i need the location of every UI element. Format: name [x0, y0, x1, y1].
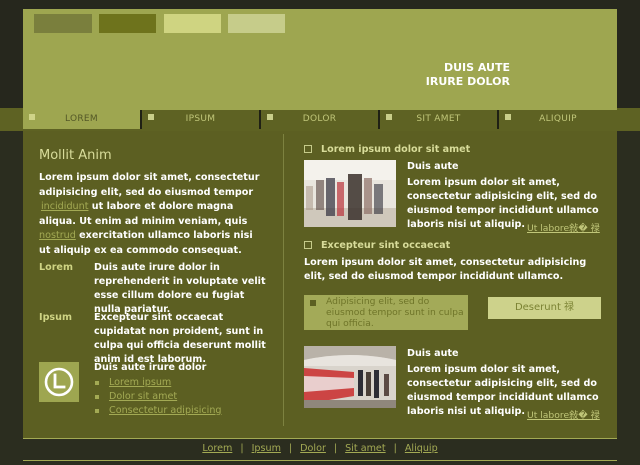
- color-swatch-4: [228, 14, 285, 33]
- section-heading-text: Excepteur sint occaecat: [321, 240, 451, 251]
- bullet-icon: [95, 381, 99, 385]
- footer-link-ipsum[interactable]: Ipsum: [252, 443, 281, 454]
- footer-nav: Lorem | Ipsum | Dolor | Sit amet | Aliquip: [0, 443, 640, 454]
- nav-bullet-icon: [29, 114, 35, 120]
- nav-bullet-icon: [267, 114, 273, 120]
- photo-crowd: [304, 160, 396, 227]
- link-consectetur[interactable]: Consectetur adipisicing: [109, 405, 222, 416]
- bullet-icon: [95, 395, 99, 399]
- tagline-line-1: DUIS AUTE: [443, 61, 510, 74]
- list-item[interactable]: Dolor sit amet: [94, 390, 222, 404]
- section2-text: Lorem ipsum dolor sit amet, consectetur …: [304, 257, 587, 282]
- color-swatch-1: [34, 14, 92, 33]
- link-dolor-sit-amet[interactable]: Dolor sit amet: [109, 391, 177, 402]
- left-title: Mollit Anim: [39, 148, 112, 163]
- header-banner: DUIS AUTE IRURE DOLOR: [23, 9, 617, 110]
- item2-title: Duis aute: [407, 348, 459, 359]
- station-image: [304, 346, 396, 408]
- section-heading-2: Excepteur sint occaecat: [304, 240, 450, 251]
- highlight-bullet-icon: [310, 300, 316, 306]
- highlight-text: Adipisicing elit, sed do eiusmod tempor …: [326, 296, 464, 329]
- nav-label: ALIQUIP: [539, 114, 577, 124]
- footer-separator: |: [333, 443, 338, 454]
- item2-more-link[interactable]: Ut labore敍� 禄: [527, 407, 600, 421]
- section-heading-text: Lorem ipsum dolor sit amet: [321, 144, 471, 155]
- nav-label: IPSUM: [185, 114, 216, 124]
- color-swatch-3: [164, 14, 221, 33]
- links-title: Duis aute irure dolor: [94, 362, 207, 373]
- clock-icon-box: [39, 362, 79, 402]
- nav-item-dolor[interactable]: DOLOR: [261, 110, 380, 129]
- nav-bullet-icon: [148, 114, 154, 120]
- def-desc-lorem: Duis aute irure dolor in reprehenderit i…: [94, 262, 266, 315]
- quick-links: Lorem ipsum Dolor sit amet Consectetur a…: [94, 376, 222, 418]
- nav-bullet-icon: [386, 114, 392, 120]
- nav-label: LOREM: [65, 114, 98, 124]
- nav-label: SIT AMET: [416, 114, 461, 124]
- footer-divider: [23, 438, 617, 439]
- section-heading-1: Lorem ipsum dolor sit amet: [304, 144, 470, 155]
- bottom-divider: [23, 460, 617, 461]
- column-divider: [283, 134, 284, 426]
- nav-item-sit-amet[interactable]: SIT AMET: [380, 110, 499, 129]
- photo-station: [304, 346, 396, 413]
- def-term-lorem: Lorem: [39, 262, 73, 273]
- nav-item-aliquip[interactable]: ALIQUIP: [499, 110, 617, 129]
- nav-label: DOLOR: [302, 114, 337, 124]
- color-swatch-2: [99, 14, 156, 33]
- link-lorem-ipsum[interactable]: Lorem ipsum: [109, 377, 171, 388]
- footer-link-dolor[interactable]: Dolor: [300, 443, 326, 454]
- footer-separator: |: [393, 443, 397, 454]
- def-desc-ipsum: Excepteur sint occaecat cupidatat non pr…: [94, 312, 266, 365]
- nav-item-ipsum[interactable]: IPSUM: [142, 110, 261, 129]
- bullet-icon: [95, 409, 99, 413]
- item1-more-link[interactable]: Ut labore敍� 禄: [527, 220, 600, 234]
- footer-link-lorem[interactable]: Lorem: [202, 443, 232, 454]
- intro-paragraph: Lorem ipsum dolor sit amet, consectetur …: [39, 171, 267, 259]
- clock-icon: [44, 367, 74, 397]
- intro-text-1: Lorem ipsum dolor sit amet, consectetur …: [39, 172, 260, 198]
- footer-link-aliquip[interactable]: Aliquip: [405, 443, 438, 454]
- checkbox-icon: [304, 145, 312, 153]
- footer-link-sit-amet[interactable]: Sit amet: [345, 443, 385, 454]
- crowd-image: [304, 160, 396, 227]
- header-tagline: DUIS AUTE IRURE DOLOR: [420, 61, 510, 89]
- main-nav: LOREM IPSUM DOLOR SIT AMET ALIQUIP: [23, 110, 617, 129]
- footer-separator: |: [240, 443, 244, 454]
- intro-link-nostrud[interactable]: nostrud: [39, 230, 76, 241]
- nav-bullet-icon: [505, 114, 511, 120]
- nav-item-lorem[interactable]: LOREM: [23, 110, 142, 129]
- deserunt-button[interactable]: Deserunt 禄: [488, 297, 601, 319]
- list-item[interactable]: Consectetur adipisicing: [94, 404, 222, 418]
- checkbox-icon: [304, 241, 312, 249]
- list-item[interactable]: Lorem ipsum: [94, 376, 222, 390]
- footer-separator: |: [288, 443, 293, 454]
- item1-title: Duis aute: [407, 161, 459, 172]
- highlight-box: Adipisicing elit, sed do eiusmod tempor …: [304, 295, 468, 330]
- tagline-line-2: IRURE DOLOR: [425, 75, 510, 88]
- intro-link-incididunt[interactable]: incididunt: [41, 201, 88, 212]
- def-term-ipsum: Ipsum: [39, 312, 72, 323]
